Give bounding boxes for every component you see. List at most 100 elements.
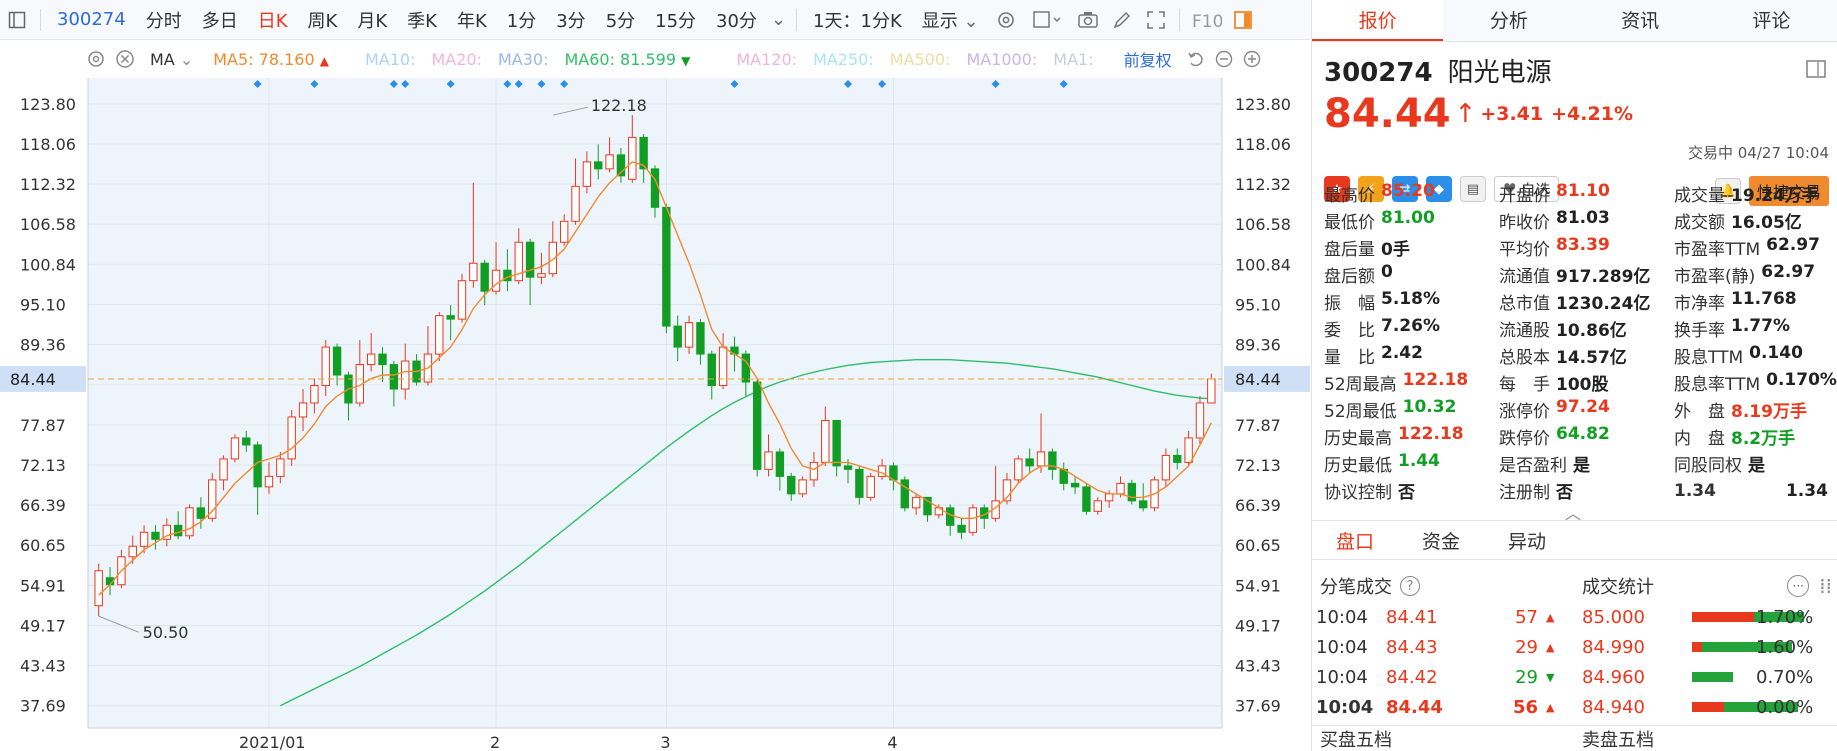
period-tab-8[interactable]: 3分 <box>546 7 595 33</box>
candle-body <box>196 507 206 519</box>
y-tick-label-left: 123.80 <box>20 95 76 114</box>
candle-body <box>843 465 853 470</box>
quote-label: 涨停价 <box>1499 402 1550 422</box>
quote-label: 总股本 <box>1499 348 1550 368</box>
triangle-up-icon: ▲ <box>1546 640 1555 654</box>
sell-five-levels[interactable]: 卖盘五档 <box>1574 726 1654 751</box>
quote-value: 否 <box>1398 483 1415 503</box>
orderbook-tab-2[interactable]: 异动 <box>1484 527 1570 554</box>
indicator-settings-icon[interactable] <box>82 39 110 79</box>
period-tab-10[interactable]: 15分 <box>645 7 706 33</box>
orderbook-tab-0[interactable]: 盘口 <box>1312 527 1398 554</box>
quote-tab-2[interactable]: 资讯 <box>1575 0 1706 41</box>
quote-cell: 协议控制否 <box>1324 478 1499 503</box>
ma20-value: MA20: <box>431 49 482 69</box>
quote-cell: 历史最低 1.44 <box>1324 451 1499 476</box>
fullscreen-icon[interactable] <box>1139 0 1173 40</box>
y-tick-label-right: 60.65 <box>1235 536 1281 555</box>
ma250-value: MA250: <box>813 49 874 69</box>
chevron-down-icon[interactable]: ⌄ <box>767 9 790 30</box>
stock-code-tab[interactable]: 300274 <box>47 9 136 30</box>
tick-price: 84.41 <box>1386 606 1438 628</box>
candle-body <box>219 458 228 481</box>
candle-body <box>821 419 830 463</box>
quote-label: 成交量 <box>1674 186 1725 206</box>
settings-gear-icon[interactable] <box>989 0 1023 40</box>
candle-body <box>798 479 807 495</box>
quote-value: 8.19万手 <box>1731 402 1807 422</box>
candle <box>662 203 671 334</box>
indicator-close-icon[interactable] <box>110 39 140 79</box>
period-tab-2[interactable]: 日K <box>248 7 298 33</box>
grid-icon[interactable]: ⁞⁞ <box>1819 574 1832 598</box>
undo-icon[interactable] <box>1182 39 1210 79</box>
quote-cell: 振 幅 5.18% <box>1324 289 1499 314</box>
buy-five-levels[interactable]: 买盘五档 <box>1312 726 1574 751</box>
quote-value: 85.20 <box>1381 181 1435 201</box>
period-tab-7[interactable]: 1分 <box>497 7 546 33</box>
panel-menu-icon[interactable] <box>1805 58 1827 84</box>
pen-draw-icon[interactable] <box>1105 0 1139 40</box>
kline-chart[interactable]: 84.44 84.44 122.18 50.50 123.80 123.80 118.06… <box>0 78 1310 751</box>
period-tab-5[interactable]: 季K <box>397 7 447 33</box>
candle-body <box>605 154 614 170</box>
tick-trades: 分笔成交 ? 10:04 84.41 57 ▲ 10:04 84.43 29 ▲ 10:04 84… <box>1312 570 1574 722</box>
tick-volume: 57 <box>1515 606 1538 628</box>
quote-label: 流通股 <box>1499 321 1550 341</box>
quote-tab-3[interactable]: 评论 <box>1706 0 1837 41</box>
more-circle-icon[interactable]: ··· <box>1787 575 1810 597</box>
panel-toggle-icon[interactable] <box>1226 0 1260 40</box>
period-select[interactable]: 1天：1分K <box>803 7 912 33</box>
candle-body <box>480 262 489 292</box>
period-tab-0[interactable]: 分时 <box>136 7 192 33</box>
ma30-value: MA30: <box>497 49 549 69</box>
adjust-button[interactable]: 前复权 <box>1124 47 1172 71</box>
quote-tab-0[interactable]: 报价 <box>1312 0 1444 41</box>
candle-body <box>389 364 399 390</box>
ma1-value: MA1: <box>1053 49 1094 69</box>
sidebar-toggle-icon[interactable] <box>0 0 34 40</box>
quote-value: 122.18 <box>1402 370 1469 390</box>
orderbook-tab-1[interactable]: 资金 <box>1398 527 1484 554</box>
help-circle-icon[interactable]: ? <box>1400 576 1420 596</box>
layout-square-icon[interactable] <box>1023 0 1071 40</box>
tick-row: 10:04 84.42 29 ▼ <box>1312 662 1574 692</box>
period-tab-4[interactable]: 月K <box>347 7 397 33</box>
quote-label: 52周最低 <box>1324 402 1397 422</box>
indicator-type[interactable]: MA ⌄ <box>150 50 193 69</box>
quote-cell: 股息率TTM 0.170% <box>1674 370 1837 395</box>
quote-value: 是 <box>1573 456 1590 476</box>
y-tick-label-right: 118.06 <box>1235 135 1291 154</box>
quote-cell: 盘后量 0手 <box>1324 235 1499 260</box>
x-axis-label: 4 <box>887 733 897 751</box>
quote-tabs: 报价 分析 资讯 评论 <box>1312 0 1837 42</box>
camera-icon[interactable] <box>1071 0 1105 40</box>
quote-value: 8.2万手 <box>1731 429 1796 449</box>
zoom-in-icon[interactable] <box>1238 39 1266 79</box>
period-tab-9[interactable]: 5分 <box>596 7 645 33</box>
period-tab-6[interactable]: 年K <box>447 7 497 33</box>
quote-cell: 流通值 917.289亿 <box>1499 262 1674 287</box>
period-tab-11[interactable]: 30分 <box>706 7 767 33</box>
ma60-label: MA60: 81.599 <box>564 49 677 69</box>
f10-icon[interactable]: F10 <box>1186 0 1226 40</box>
display-menu[interactable]: 显示 ⌄ <box>912 7 989 33</box>
zoom-out-icon[interactable] <box>1210 39 1238 79</box>
quote-cell: 总股本 14.57亿 <box>1499 343 1674 368</box>
candle-body <box>310 385 319 404</box>
period-tab-1[interactable]: 多日 <box>192 7 248 33</box>
quote-label: 平均价 <box>1499 240 1550 260</box>
period-tab-3[interactable]: 周K <box>298 7 348 33</box>
candle-body <box>208 479 217 519</box>
candle-body <box>696 322 705 355</box>
quote-value: 100股 <box>1556 375 1609 395</box>
quote-cell: 同股同权是 <box>1674 451 1824 476</box>
quote-cell: 最低价 81.00 <box>1324 208 1499 233</box>
y-tick-label-left: 95.10 <box>20 295 66 314</box>
stat-price: 84.990 <box>1582 636 1645 658</box>
quote-label: 盘后量 <box>1324 240 1375 260</box>
quote-tab-1[interactable]: 分析 <box>1443 0 1574 41</box>
quote-label: 跌停价 <box>1499 429 1550 449</box>
candle-body <box>809 461 819 481</box>
quote-cell: 成交量 19.24万手 <box>1674 181 1824 206</box>
